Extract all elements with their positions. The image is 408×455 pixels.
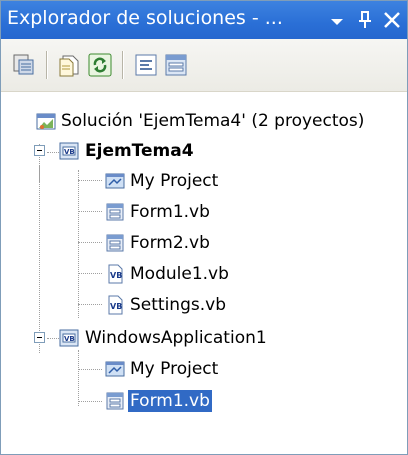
tree-node-label: My Project: [130, 171, 219, 191]
title-bar: Explorador de soluciones - ...: [1, 1, 407, 39]
tree-node-label: Form2.vb: [130, 233, 210, 253]
my-project-icon: [105, 361, 125, 377]
form-icon: [106, 203, 124, 221]
tree-node-form1[interactable]: Form1.vb: [1, 197, 407, 227]
toolbar-separator: [122, 51, 124, 79]
view-designer-icon[interactable]: [163, 52, 189, 78]
toolbar: [1, 39, 407, 92]
tree-node-project-ejemtema4[interactable]: VB EjemTema4: [1, 136, 407, 166]
vb-file-icon: VB: [108, 295, 123, 315]
solution-icon: [36, 113, 56, 130]
panel-title: Explorador de soluciones - ...: [7, 7, 283, 29]
tree-node-my-project[interactable]: My Project: [1, 354, 407, 384]
vb-project-icon: VB: [59, 329, 79, 347]
svg-text:VB: VB: [110, 302, 122, 311]
tree-node-label: EjemTema4: [85, 141, 194, 161]
solution-tree: Solución 'EjemTema4' (2 proyectos) VB Ej…: [1, 92, 407, 454]
refresh-icon[interactable]: [87, 52, 113, 78]
vb-file-icon: VB: [108, 264, 123, 284]
solution-explorer-panel: Explorador de soluciones - ... Solución …: [0, 0, 408, 455]
tree-node-form1-selected[interactable]: Form1.vb: [1, 386, 407, 416]
pin-icon[interactable]: [355, 9, 375, 31]
form-icon: [106, 392, 124, 410]
svg-text:VB: VB: [64, 335, 75, 343]
chevron-down-icon[interactable]: [326, 11, 348, 31]
tree-node-label: WindowsApplication1: [85, 328, 267, 348]
tree-node-label: Form1.vb: [130, 202, 210, 222]
properties-icon[interactable]: [11, 52, 37, 78]
collapse-toggle-icon[interactable]: [34, 332, 45, 343]
show-all-files-icon[interactable]: [57, 52, 83, 78]
tree-node-module1[interactable]: VB Module1.vb: [1, 259, 407, 289]
vb-project-icon: VB: [59, 142, 79, 160]
tree-node-label: My Project: [130, 359, 219, 379]
my-project-icon: [105, 173, 125, 189]
tree-node-label: Form1.vb: [128, 390, 212, 412]
tree-node-my-project[interactable]: My Project: [1, 166, 407, 196]
close-icon[interactable]: [381, 9, 403, 31]
tree-node-settings[interactable]: VB Settings.vb: [1, 290, 407, 320]
toolbar-separator: [46, 51, 48, 79]
form-icon: [106, 234, 124, 252]
svg-text:VB: VB: [110, 271, 122, 280]
tree-node-project-windowsapplication1[interactable]: VB WindowsApplication1: [1, 323, 407, 353]
tree-node-label: Module1.vb: [130, 264, 229, 284]
collapse-toggle-icon[interactable]: [34, 145, 45, 156]
tree-node-solution[interactable]: Solución 'EjemTema4' (2 proyectos): [1, 106, 407, 136]
svg-text:VB: VB: [64, 148, 75, 156]
tree-node-label: Solución 'EjemTema4' (2 proyectos): [61, 111, 365, 131]
view-code-icon[interactable]: [133, 52, 159, 78]
tree-node-form2[interactable]: Form2.vb: [1, 228, 407, 258]
tree-node-label: Settings.vb: [130, 295, 226, 315]
